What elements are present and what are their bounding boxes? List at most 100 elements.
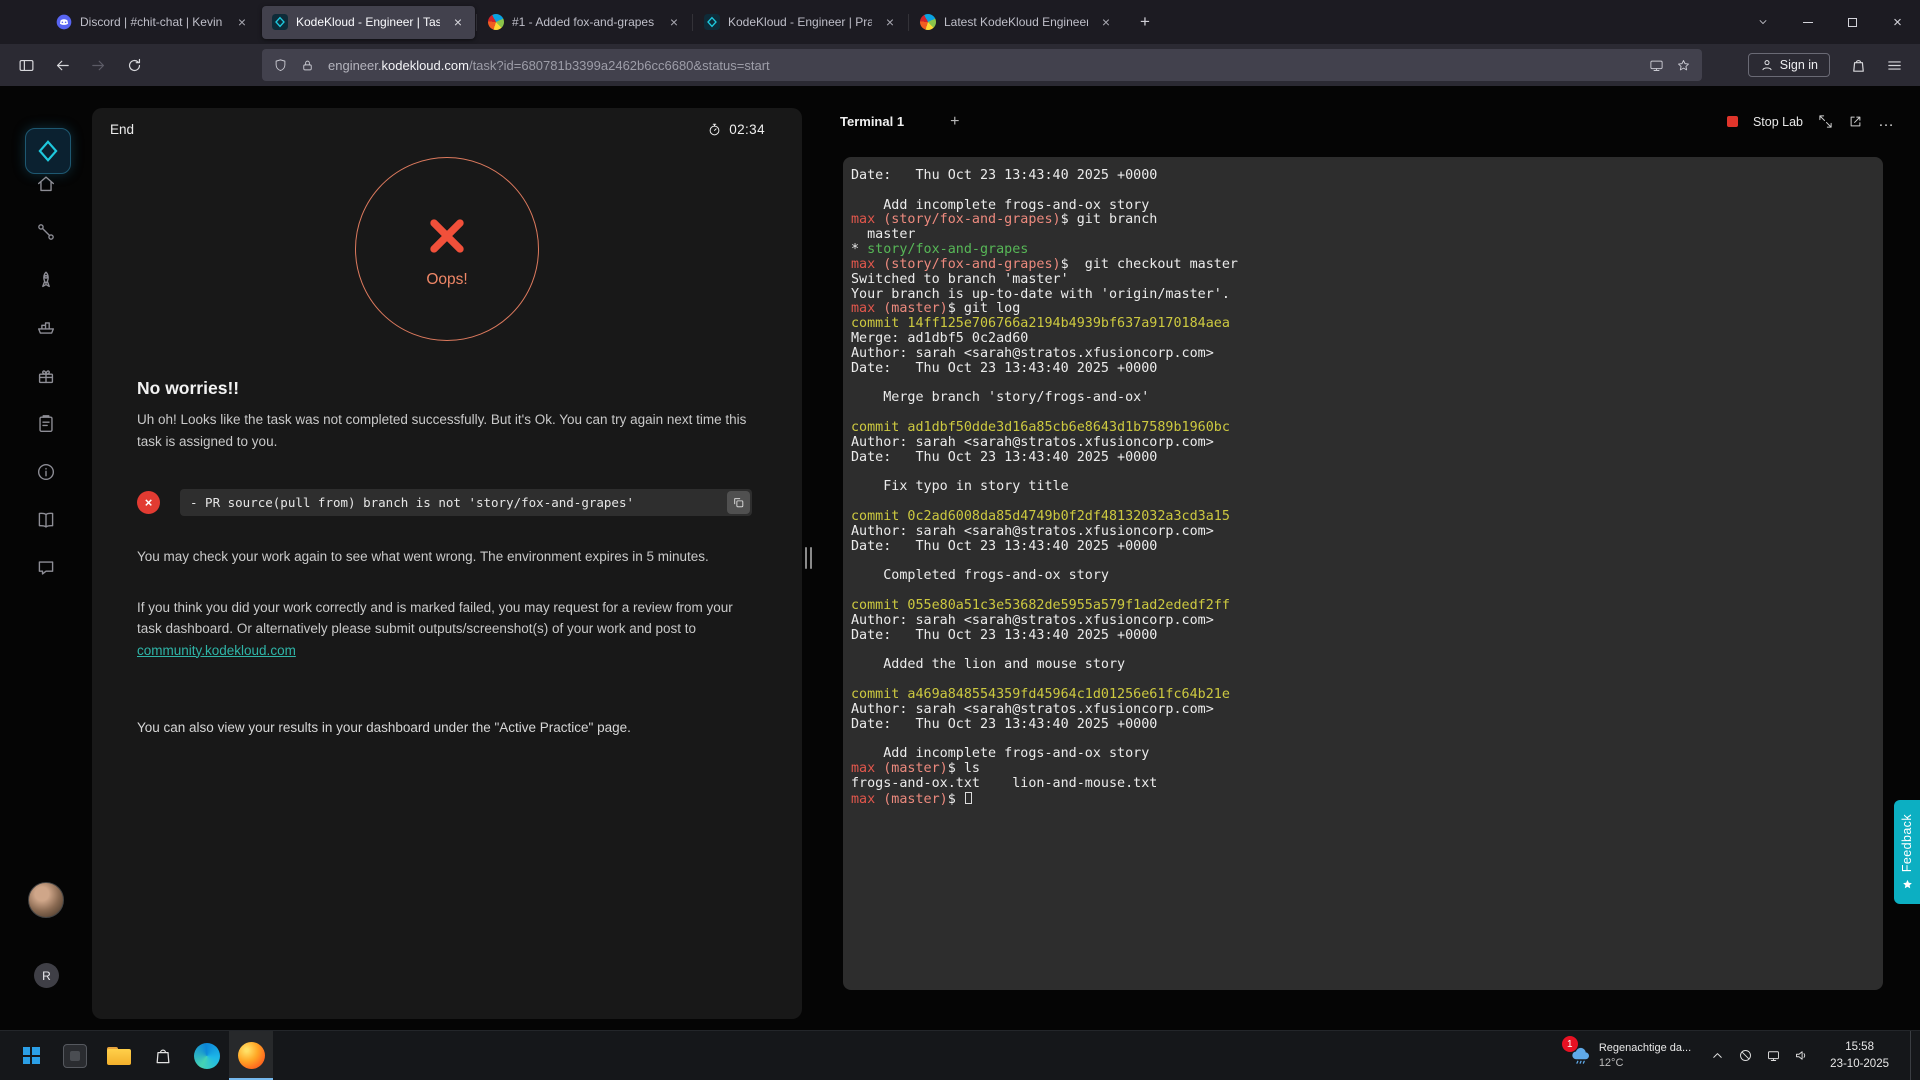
- taskbar-clock[interactable]: 15:58 23-10-2025: [1822, 1039, 1897, 1071]
- terminal-line: frogs-and-ox.txt lion-and-mouse.txt: [851, 775, 1158, 791]
- review-text: If you think you did your work correctly…: [137, 599, 733, 637]
- send-to-device-icon[interactable]: [1647, 55, 1667, 75]
- start-button[interactable]: [9, 1031, 53, 1080]
- sidebar-item-playground[interactable]: [35, 317, 57, 339]
- tab-close-icon[interactable]: ×: [880, 12, 900, 32]
- terminal-line: Completed frogs-and-ox story: [851, 568, 1109, 584]
- edge-icon[interactable]: [185, 1031, 229, 1080]
- tab-close-icon[interactable]: ×: [448, 12, 468, 32]
- terminal-line: max (master)$ git log: [851, 301, 1021, 317]
- forward-icon[interactable]: [82, 50, 114, 80]
- open-external-icon[interactable]: [1848, 114, 1863, 129]
- info-icon: [37, 463, 55, 481]
- terminal-line: max (story/fox-and-grapes)$ git checkout…: [851, 256, 1238, 272]
- close-button[interactable]: ×: [1875, 0, 1920, 44]
- profile-initial-badge[interactable]: R: [34, 963, 59, 988]
- minimize-button[interactable]: [1785, 0, 1830, 44]
- browser-tab[interactable]: KodeKloud - Engineer | Practice ×: [692, 6, 907, 39]
- volume-icon[interactable]: [1794, 1048, 1809, 1063]
- terminal[interactable]: Date: Thu Oct 23 13:43:40 2025 +0000 Add…: [843, 157, 1883, 990]
- kodekloud-logo[interactable]: [25, 128, 71, 174]
- sidebar-toggle-icon[interactable]: [10, 50, 42, 80]
- terminal-line: Add incomplete frogs-and-ox story: [851, 746, 1150, 762]
- focus-assist-icon[interactable]: [1738, 1048, 1753, 1063]
- terminal-line: Fix typo in story title: [851, 479, 1069, 495]
- extensions-icon[interactable]: [1842, 50, 1874, 80]
- lock-icon[interactable]: [297, 55, 317, 75]
- pane-resize-handle[interactable]: [805, 546, 812, 570]
- result-paragraph-intro: Uh oh! Looks like the task was not compl…: [137, 412, 747, 449]
- chat-icon: [38, 561, 54, 575]
- tab-close-icon[interactable]: ×: [664, 12, 684, 32]
- user-avatar[interactable]: [28, 882, 64, 918]
- list-tabs-chevron-icon[interactable]: [1740, 0, 1785, 44]
- feedback-label: Feedback: [1900, 813, 1914, 873]
- sidebar-item-info[interactable]: [35, 461, 57, 483]
- browser-tab[interactable]: Latest KodeKloud Engineer topi... ×: [908, 6, 1123, 39]
- kodekloud-favicon-icon: [272, 14, 288, 30]
- pinned-app-icon[interactable]: [53, 1031, 97, 1080]
- sidebar-item-home[interactable]: [35, 173, 57, 195]
- timer-value: 02:34: [729, 122, 765, 137]
- terminal-line: max (master)$: [851, 791, 1871, 807]
- new-terminal-button[interactable]: +: [950, 113, 959, 131]
- tasks-icon: [39, 415, 53, 433]
- browser-tab[interactable]: Discord | #chit-chat | Kevin Po... ×: [46, 6, 259, 39]
- terminal-line: Author: sarah <sarah@stratos.xfusioncorp…: [851, 701, 1214, 717]
- rocket-icon: [42, 271, 50, 288]
- community-link[interactable]: community.kodekloud.com: [137, 643, 296, 658]
- new-tab-button[interactable]: +: [1130, 7, 1160, 37]
- tab-close-icon[interactable]: ×: [1096, 12, 1116, 32]
- windows-logo-icon: [22, 1047, 40, 1064]
- show-desktop-button[interactable]: [1910, 1031, 1916, 1080]
- shield-icon[interactable]: [270, 55, 290, 75]
- address-bar[interactable]: engineer.kodekloud.com/task?id=680781b33…: [262, 49, 1702, 81]
- reload-icon[interactable]: [118, 50, 150, 80]
- terminal-tab[interactable]: Terminal 1: [840, 114, 904, 129]
- menu-icon[interactable]: [1878, 50, 1910, 80]
- sidebar-item-paths[interactable]: [35, 221, 57, 243]
- more-options-icon[interactable]: …: [1878, 113, 1894, 129]
- store-icon[interactable]: [141, 1031, 185, 1080]
- terminal-line: Added the lion and mouse story: [851, 657, 1126, 673]
- terminal-line: Date: Thu Oct 23 13:43:40 2025 +0000: [851, 716, 1158, 732]
- end-button[interactable]: End: [110, 122, 134, 137]
- sidebar-item-rewards[interactable]: [35, 365, 57, 387]
- stop-lab-button[interactable]: Stop Lab: [1753, 115, 1803, 129]
- terminal-line: commit a469a848554359fd45964c1d01256e61f…: [851, 686, 1230, 702]
- weather-widget[interactable]: 1 Regenachtige da... 12°C: [1561, 1031, 1697, 1080]
- browser-tab[interactable]: #1 - Added fox-and-grapes sto... ×: [476, 6, 691, 39]
- sidebar-item-rocket[interactable]: [35, 269, 57, 291]
- sidebar-item-tasks[interactable]: [35, 413, 57, 435]
- browser-tab[interactable]: KodeKloud - Engineer | Task ×: [262, 5, 475, 39]
- paths-icon: [38, 224, 54, 240]
- url-text: engineer.kodekloud.com/task?id=680781b33…: [328, 57, 770, 73]
- sign-in-label: Sign in: [1779, 58, 1818, 72]
- back-icon[interactable]: [46, 50, 78, 80]
- discourse-favicon-icon: [920, 14, 936, 30]
- window-controls: ×: [1740, 0, 1920, 44]
- hidden-icons-chevron[interactable]: [1710, 1048, 1725, 1063]
- copy-button[interactable]: [727, 491, 750, 514]
- bookmark-star-icon[interactable]: [1674, 55, 1694, 75]
- display-icon[interactable]: [1766, 1048, 1781, 1063]
- firefox-icon[interactable]: [229, 1031, 273, 1080]
- terminal-line: commit 14ff125e706766a2194b4939bf637a917…: [851, 316, 1230, 332]
- maximize-button[interactable]: [1830, 0, 1875, 44]
- tab-list: Discord | #chit-chat | Kevin Po...×KodeK…: [46, 0, 1126, 44]
- terminal-line: Author: sarah <sarah@stratos.xfusioncorp…: [851, 523, 1214, 539]
- sidebar-item-chat[interactable]: [35, 557, 57, 579]
- result-heading: No worries!!: [137, 378, 240, 398]
- terminal-line: Merge branch 'story/frogs-and-ox': [851, 390, 1150, 406]
- tab-close-icon[interactable]: ×: [232, 12, 252, 32]
- file-explorer-icon[interactable]: [97, 1031, 141, 1080]
- feedback-button[interactable]: Feedback: [1894, 800, 1920, 904]
- sign-in-button[interactable]: Sign in: [1747, 53, 1830, 77]
- sidebar-item-docs[interactable]: [35, 509, 57, 531]
- fullscreen-icon[interactable]: [1818, 114, 1833, 129]
